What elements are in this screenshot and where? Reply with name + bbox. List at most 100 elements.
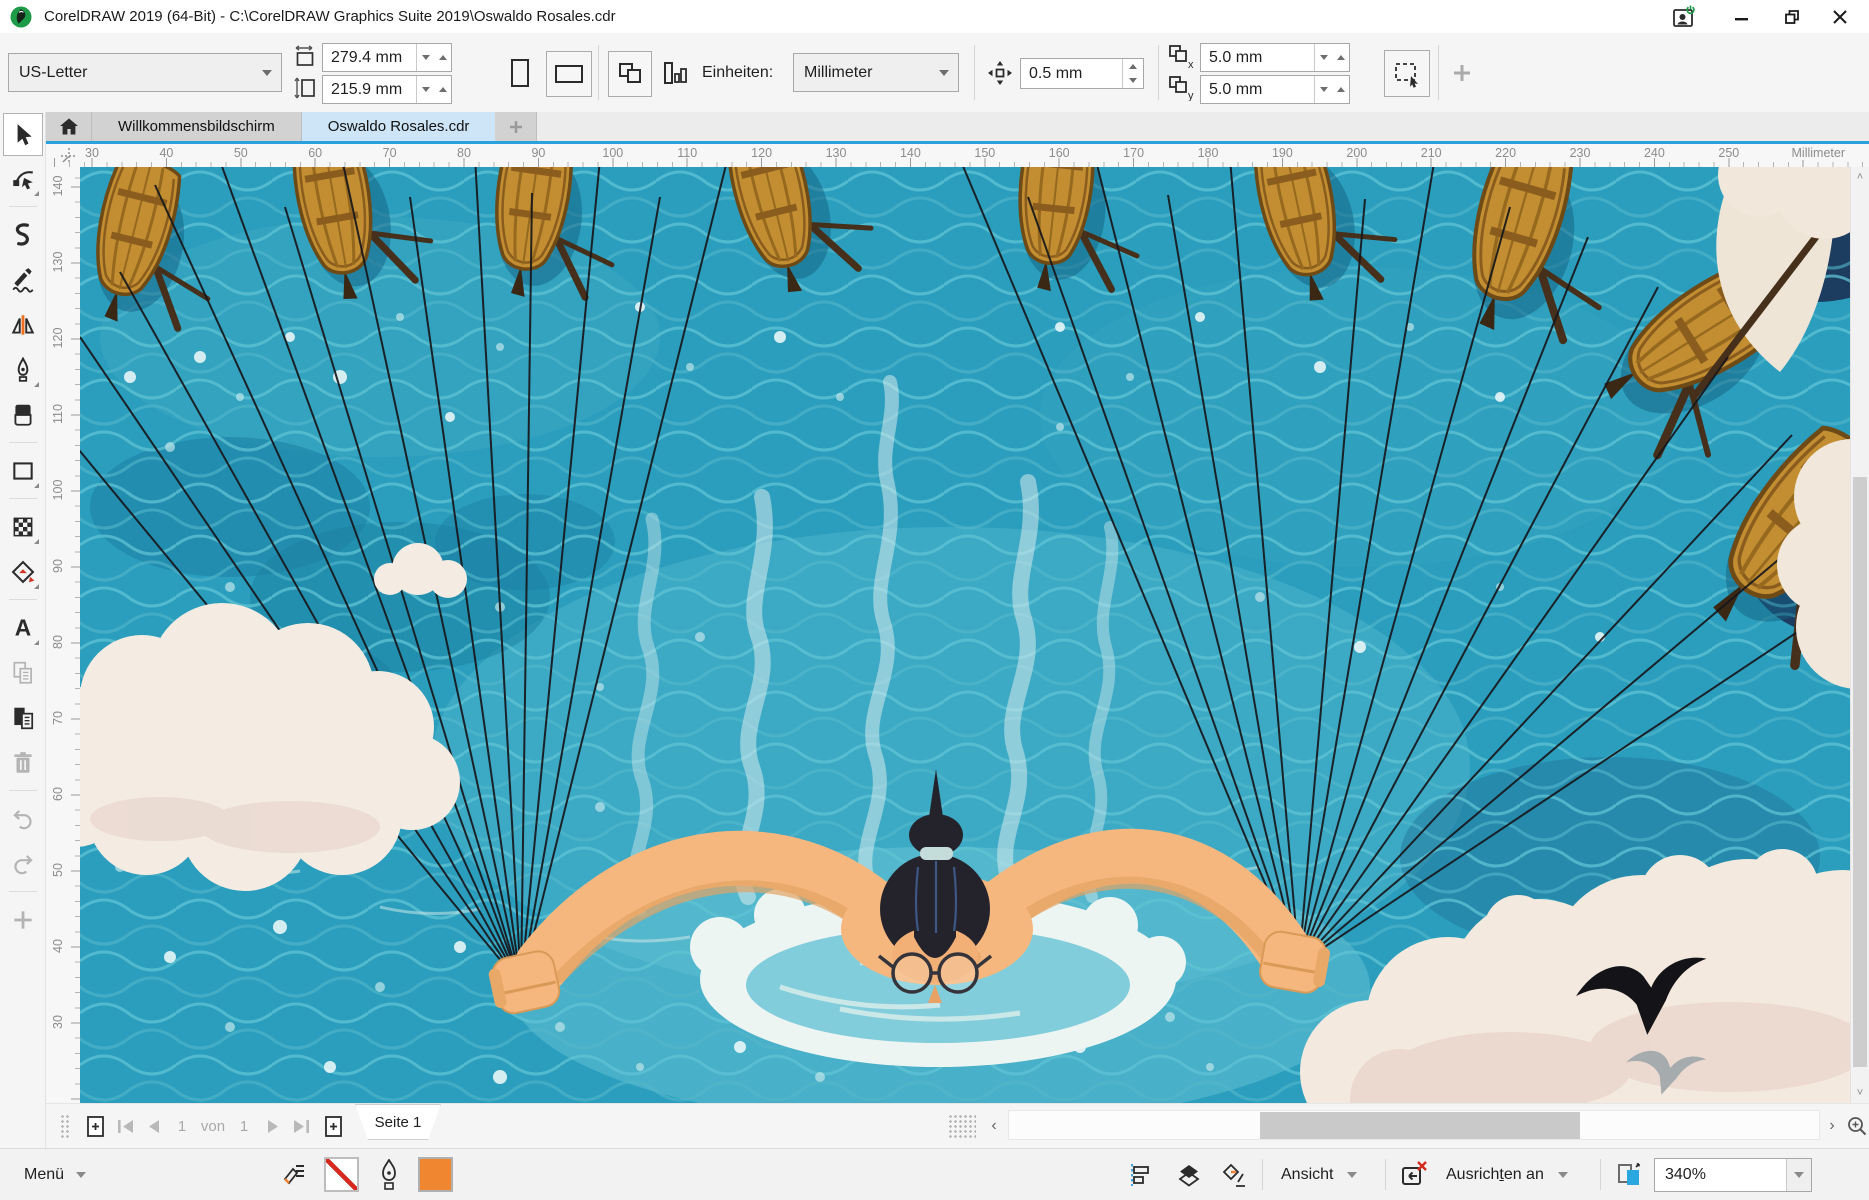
view-label: Ansicht: [1281, 1166, 1333, 1184]
welcome-home-tab[interactable]: [46, 112, 92, 141]
view-dropdown[interactable]: Ansicht: [1281, 1149, 1357, 1200]
previous-page-button[interactable]: [140, 1104, 166, 1148]
separator: [1385, 1159, 1386, 1190]
horizontal-ruler[interactable]: Millimeter 30405060708090100110120130140…: [46, 144, 1869, 168]
zoom-level-combo[interactable]: 340%: [1654, 1158, 1812, 1192]
treat-as-filled-icon: [1393, 60, 1421, 88]
curve-tool[interactable]: [3, 212, 43, 257]
shape-tool[interactable]: [3, 156, 43, 201]
text-tool[interactable]: A: [3, 605, 43, 650]
zoom-tool-indicator[interactable]: [1616, 1149, 1644, 1200]
object-manager-button[interactable]: [1176, 1149, 1202, 1200]
artistic-media-tool[interactable]: [3, 257, 43, 302]
customize-property-bar-button[interactable]: [1448, 59, 1476, 87]
align-distribute-button[interactable]: [1127, 1149, 1153, 1200]
portrait-orientation-button[interactable]: [502, 51, 538, 95]
scrollbar-splitter-grip[interactable]: [948, 1114, 976, 1138]
increment-button[interactable]: [1332, 44, 1349, 71]
knife-tool[interactable]: [3, 302, 43, 347]
scroll-up-arrow[interactable]: ˄: [1851, 169, 1869, 185]
add-page-before-button[interactable]: [80, 1104, 110, 1148]
property-bar: US-Letter 279.4 mm 215.9 mm: [0, 33, 1869, 113]
paste-tool[interactable]: [3, 695, 43, 740]
vertical-ruler[interactable]: 14013012011010090807060504030: [46, 167, 81, 1103]
pick-tool[interactable]: [3, 113, 43, 156]
eraser-tool[interactable]: [3, 392, 43, 437]
scroll-right-arrow[interactable]: ›: [1822, 1104, 1842, 1148]
docker-grip[interactable]: [60, 1114, 70, 1138]
decrement-button[interactable]: [417, 76, 434, 103]
page-count: 1: [236, 1104, 252, 1148]
drawing-canvas[interactable]: [80, 167, 1850, 1103]
ruler-tick-label: 110: [51, 402, 65, 426]
snap-off-indicator[interactable]: [1399, 1149, 1429, 1200]
last-page-button[interactable]: [288, 1104, 314, 1148]
ruler-tick-label: 190: [1272, 146, 1293, 160]
first-page-button[interactable]: [112, 1104, 138, 1148]
current-page-settings-button[interactable]: [608, 51, 652, 97]
units-dropdown[interactable]: Millimeter: [793, 53, 959, 92]
page-height-field[interactable]: 215.9 mm: [322, 75, 452, 104]
user-account-button[interactable]: [1661, 0, 1707, 33]
decrement-button[interactable]: [417, 44, 434, 71]
decrement-button[interactable]: [1315, 44, 1332, 71]
scroll-down-arrow[interactable]: ˅: [1851, 1085, 1869, 1101]
page-of-label: von: [196, 1104, 230, 1148]
page-bars-icon: [662, 60, 688, 86]
toolbox-separator: [9, 442, 37, 443]
decrement-button[interactable]: [1315, 76, 1332, 103]
svg-text:A: A: [14, 615, 30, 641]
duplicate-distance-x-field[interactable]: 5.0 mm: [1200, 43, 1350, 72]
page-size-preset-dropdown[interactable]: US-Letter: [8, 53, 282, 92]
all-pages-settings-button[interactable]: [654, 51, 696, 95]
page-tab-seite-1[interactable]: Seite 1: [355, 1104, 441, 1140]
page-width-field[interactable]: 279.4 mm: [322, 43, 452, 72]
duplicate-distance-y-field[interactable]: 5.0 mm: [1200, 75, 1350, 104]
treat-as-filled-button[interactable]: [1384, 50, 1430, 97]
ruler-tick-label: 110: [677, 146, 697, 160]
outline-color-swatch-none[interactable]: [324, 1157, 359, 1192]
transparency-tool[interactable]: [3, 504, 43, 549]
increment-button[interactable]: [434, 44, 451, 71]
page-navigation-bar: 1 von 1 Seite 1 ‹ ›: [46, 1103, 1869, 1148]
landscape-orientation-button[interactable]: [546, 51, 592, 97]
chevron-down-icon[interactable]: [1786, 1159, 1811, 1191]
document-navigator-button[interactable]: [1844, 1104, 1869, 1148]
next-page-button[interactable]: [260, 1104, 286, 1148]
ruler-tick-label: 100: [51, 478, 65, 502]
ruler-tick-label: 50: [234, 146, 248, 160]
outline-pen-indicator[interactable]: [378, 1149, 400, 1200]
document-color-settings-button[interactable]: [281, 1149, 307, 1200]
decrement-button[interactable]: [1123, 74, 1143, 89]
ruler-tick-label: 70: [383, 146, 397, 160]
add-page-after-button[interactable]: [318, 1104, 348, 1148]
page-tab-label: Seite 1: [375, 1114, 422, 1131]
vertical-scrollbar[interactable]: ˄ ˅: [1850, 167, 1869, 1103]
nudge-distance-field[interactable]: 0.5 mm: [1020, 58, 1144, 89]
align-icon: [1127, 1162, 1153, 1188]
pen-tool[interactable]: [3, 347, 43, 392]
vertical-scrollbar-thumb[interactable]: [1853, 477, 1867, 1067]
menu-dropdown[interactable]: Menü: [24, 1149, 86, 1200]
increment-button[interactable]: [434, 76, 451, 103]
minimize-button[interactable]: [1719, 0, 1765, 33]
page-size-preset-value: US-Letter: [9, 64, 87, 82]
copy-tool: [3, 650, 43, 695]
fill-color-swatch[interactable]: [418, 1157, 453, 1192]
chevron-down-icon: [1558, 1172, 1568, 1178]
tab-oswaldo-rosales[interactable]: Oswaldo Rosales.cdr: [302, 112, 496, 141]
fill-tool[interactable]: [3, 549, 43, 594]
ruler-tick-label: 130: [51, 250, 65, 274]
snap-to-dropdown[interactable]: Ausrichten an: [1446, 1149, 1568, 1200]
ruler-tick-label: 80: [51, 630, 65, 654]
horizontal-scrollbar-thumb[interactable]: [1260, 1112, 1580, 1139]
restore-button[interactable]: [1769, 0, 1815, 33]
increment-button[interactable]: [1332, 76, 1349, 103]
tab-willkommensbildschirm[interactable]: Willkommensbildschirm: [92, 112, 302, 141]
close-button[interactable]: [1817, 0, 1863, 33]
scroll-left-arrow[interactable]: ‹: [984, 1104, 1004, 1148]
fill-properties-button[interactable]: [1222, 1149, 1248, 1200]
new-document-tab-button[interactable]: [495, 112, 537, 141]
increment-button[interactable]: [1123, 59, 1143, 74]
rectangle-tool[interactable]: [3, 448, 43, 493]
